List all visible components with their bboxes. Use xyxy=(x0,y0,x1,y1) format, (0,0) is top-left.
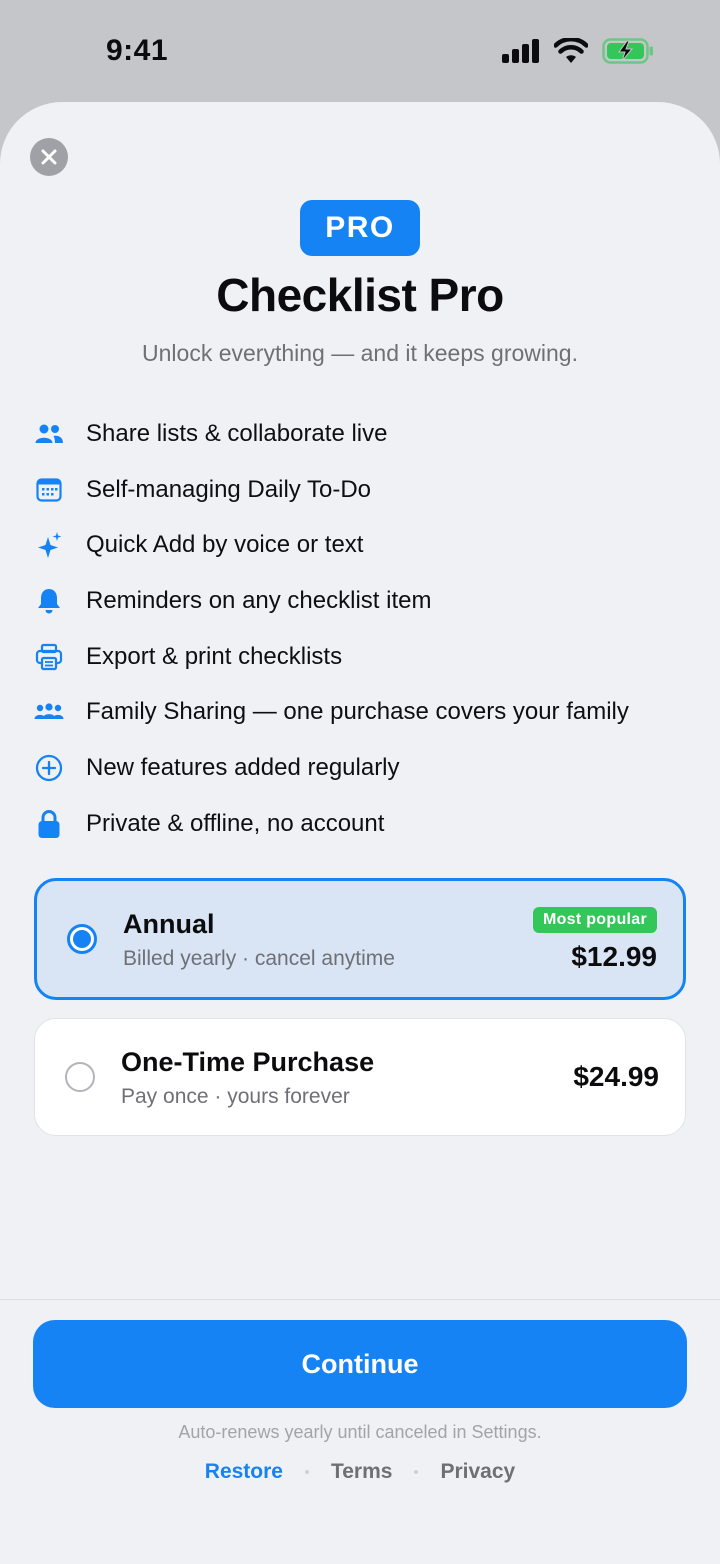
feature-list: Share lists & collaborate live Self-mana… xyxy=(34,406,694,852)
plus-circle-icon xyxy=(34,753,64,783)
footer-divider xyxy=(0,1299,720,1300)
restore-link[interactable]: Restore xyxy=(205,1460,283,1484)
terms-link[interactable]: Terms xyxy=(331,1460,392,1484)
feature-item: Share lists & collaborate live xyxy=(34,406,694,462)
auto-renew-note: Auto-renews yearly until canceled in Set… xyxy=(178,1422,542,1442)
feature-label: Family Sharing — one purchase covers you… xyxy=(86,698,629,726)
radio-selected[interactable] xyxy=(67,924,97,954)
link-separator xyxy=(414,1470,419,1474)
page-subtitle: Unlock everything — and it keeps growing… xyxy=(142,340,578,366)
status-bar: 9:41 xyxy=(0,0,720,100)
close-button[interactable] xyxy=(30,138,68,176)
footer-links: Restore Terms Privacy xyxy=(0,1460,720,1484)
feature-item: Reminders on any checklist item xyxy=(34,573,694,629)
most-popular-badge: Most popular xyxy=(532,907,657,933)
plan-name: One-Time Purchase xyxy=(121,1047,375,1077)
plan-description: Pay once · yours forever xyxy=(121,1085,350,1108)
plan-description: Billed yearly · cancel anytime xyxy=(123,947,395,970)
page-title: Checklist Pro xyxy=(216,269,504,321)
plan-annual[interactable]: Annual Billed yearly · cancel anytime Mo… xyxy=(34,878,686,1000)
battery-charging-icon xyxy=(602,38,653,64)
feature-label: Export & print checklists xyxy=(86,642,343,670)
feature-label: Private & offline, no account xyxy=(86,809,385,837)
bell-icon xyxy=(34,586,64,616)
feature-item: Private & offline, no account xyxy=(34,796,694,852)
wifi-icon xyxy=(554,38,588,63)
family-icon xyxy=(34,697,64,727)
feature-item: Self-managing Daily To-Do xyxy=(34,462,694,518)
feature-label: Quick Add by voice or text xyxy=(86,531,364,559)
paywall-sheet: PRO Checklist Pro Unlock everything — an… xyxy=(0,102,720,1564)
plan-one-time[interactable]: One-Time Purchase Pay once · yours forev… xyxy=(34,1018,686,1136)
continue-button[interactable]: Continue xyxy=(33,1320,687,1408)
calendar-icon xyxy=(34,475,64,505)
feature-item: Family Sharing — one purchase covers you… xyxy=(34,684,694,740)
plan-name: Annual xyxy=(123,909,215,939)
radio-unselected[interactable] xyxy=(65,1062,95,1092)
status-icons xyxy=(502,38,654,64)
feature-item: Quick Add by voice or text xyxy=(34,517,694,573)
pro-badge: PRO xyxy=(300,200,420,256)
plan-price: $12.99 xyxy=(571,941,657,972)
feature-label: New features added regularly xyxy=(86,753,400,781)
feature-label: Reminders on any checklist item xyxy=(86,586,432,614)
close-icon xyxy=(41,149,57,165)
plan-price: $24.99 xyxy=(573,1061,659,1092)
sparkles-icon xyxy=(34,530,64,560)
cellular-signal-icon xyxy=(502,39,539,63)
feature-item: Export & print checklists xyxy=(34,629,694,685)
feature-label: Self-managing Daily To-Do xyxy=(86,475,372,503)
feature-item: New features added regularly xyxy=(34,740,694,796)
feature-label: Share lists & collaborate live xyxy=(86,419,388,447)
privacy-link[interactable]: Privacy xyxy=(440,1460,515,1484)
printer-icon xyxy=(34,642,64,672)
status-time: 9:41 xyxy=(106,34,169,67)
people-icon xyxy=(34,419,64,449)
link-separator xyxy=(304,1470,309,1474)
lock-icon xyxy=(34,809,64,839)
